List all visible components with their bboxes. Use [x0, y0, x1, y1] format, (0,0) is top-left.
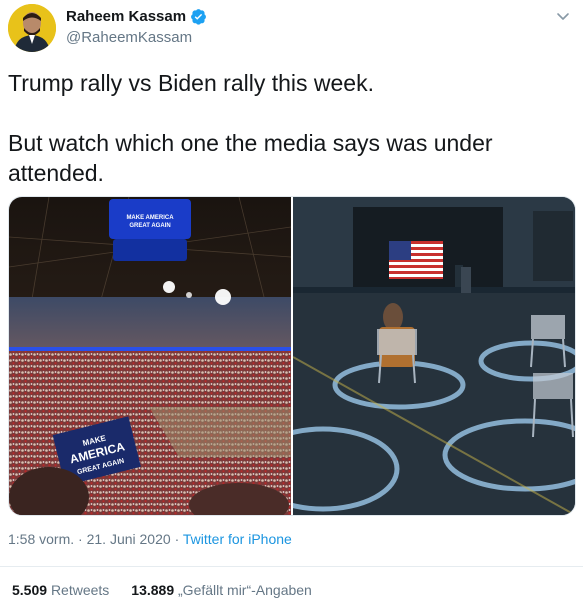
tweet-media: MAKE AMERICA GREAT AGAIN MAKE AMERICA GR… [8, 196, 576, 516]
biden-rally-photo[interactable] [293, 197, 575, 515]
author-handle[interactable]: @RaheemKassam [66, 29, 192, 46]
verified-badge-icon [191, 9, 207, 25]
likes-label: „Gefällt mir“-Angaben [178, 582, 312, 598]
author-name-row: Raheem Kassam [66, 8, 207, 25]
meta-separator: · [174, 531, 180, 547]
author-display-name[interactable]: Raheem Kassam [66, 8, 186, 25]
svg-text:MAKE AMERICA: MAKE AMERICA [126, 215, 174, 221]
svg-text:GREAT AGAIN: GREAT AGAIN [129, 223, 170, 229]
divider [0, 566, 583, 567]
trump-rally-photo[interactable]: MAKE AMERICA GREAT AGAIN MAKE AMERICA GR… [9, 197, 291, 515]
tweet-text: Trump rally vs Biden rally this week. Bu… [8, 70, 493, 186]
tweet-source-link[interactable]: Twitter for iPhone [183, 531, 292, 547]
tweet-meta: 1:58 vorm. · 21. Juni 2020 · Twitter for… [8, 531, 292, 547]
tweet-date[interactable]: 21. Juni 2020 [87, 531, 171, 547]
likes-count: 13.889 [131, 582, 175, 598]
retweets-label: Retweets [50, 582, 110, 598]
avatar[interactable] [8, 4, 56, 52]
tweet-time[interactable]: 1:58 vorm. [8, 531, 74, 547]
likes-stat[interactable]: 13.889 „Gefällt mir“-Angaben [131, 582, 312, 598]
meta-separator: · [78, 531, 83, 547]
chevron-down-icon[interactable] [555, 8, 571, 24]
retweets-count: 5.509 [12, 582, 48, 598]
tweet-card: Raheem Kassam @RaheemKassam Trump rally … [0, 0, 583, 605]
retweets-stat[interactable]: 5.509 Retweets [12, 582, 109, 598]
tweet-stats: 5.509 Retweets 13.889 „Gefällt mir“-Anga… [12, 582, 334, 598]
